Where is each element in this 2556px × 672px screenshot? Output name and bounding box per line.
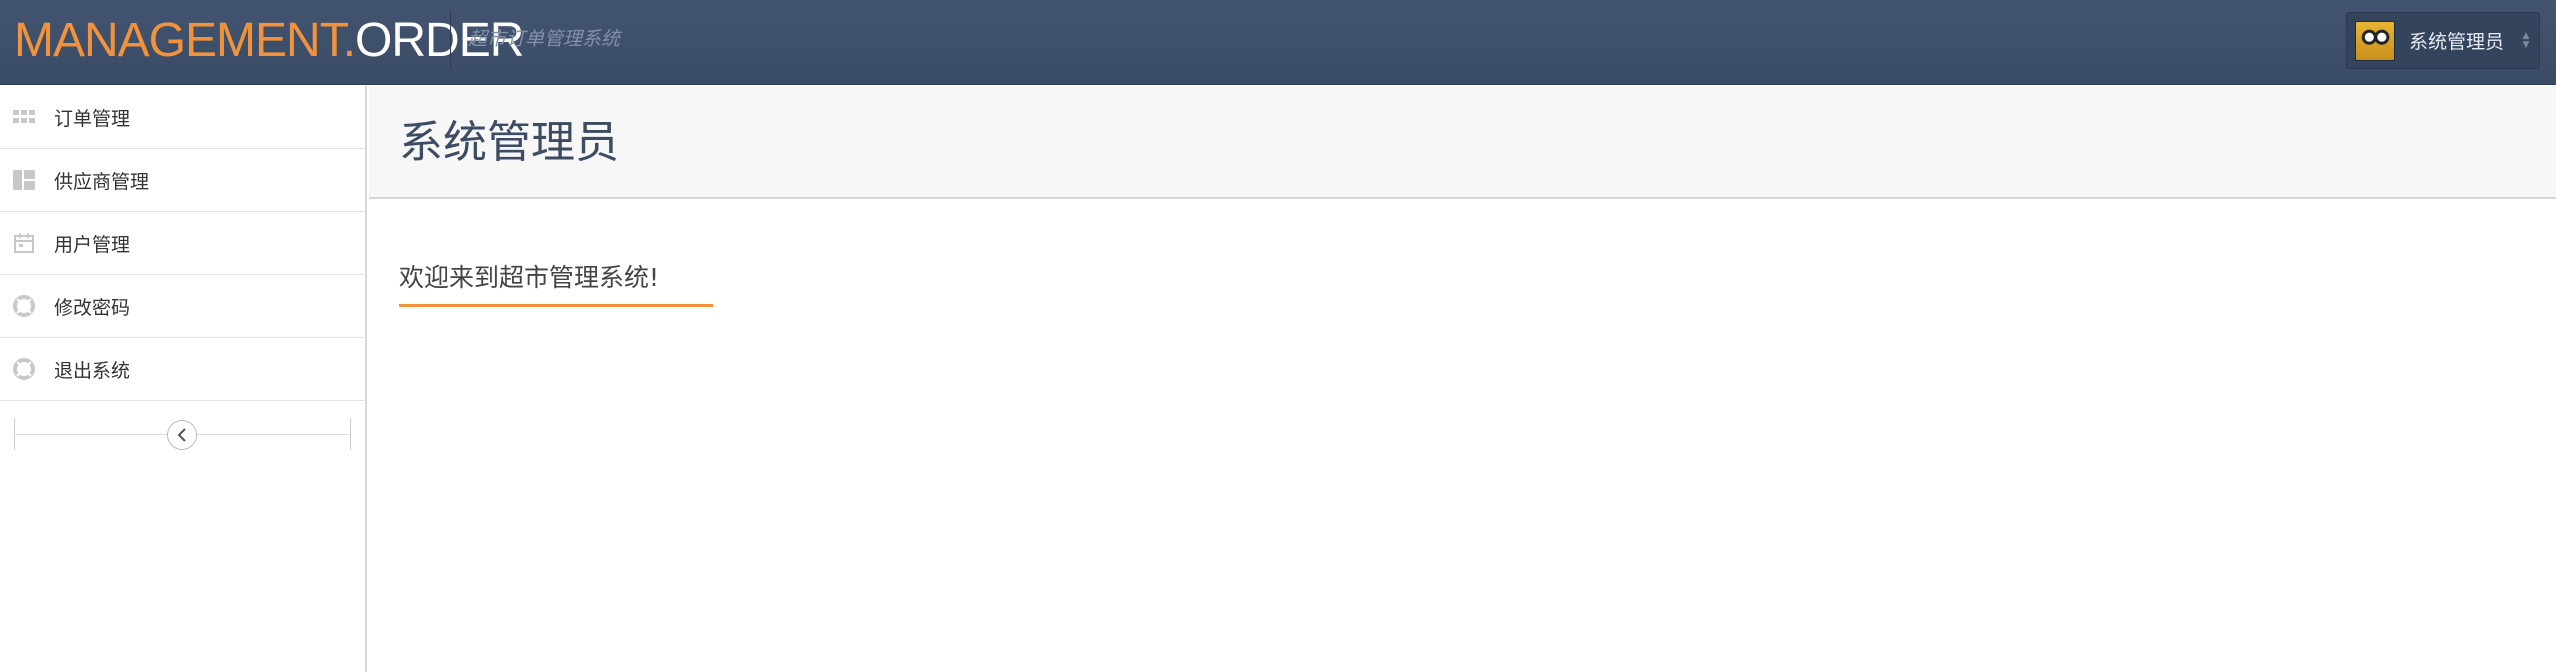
dashboard-layout-icon — [12, 168, 36, 192]
app-subtitle: 超市订单管理系统 — [468, 28, 621, 50]
top-navbar: MANAGEMENT. ORDER 超市订单管理系统 系统管理员 ▲ ▼ — [0, 0, 2556, 85]
calendar-icon — [12, 231, 36, 255]
sidebar-collapse-button[interactable] — [167, 420, 197, 450]
lifebuoy-icon — [12, 357, 36, 381]
user-name: 系统管理员 — [2409, 31, 2505, 53]
sidebar-item-logout[interactable]: 退出系统 — [0, 338, 365, 401]
lifebuoy-icon — [12, 294, 36, 318]
brand-part1: MANAGEMENT. — [14, 13, 356, 67]
sidebar-item-label: 修改密码 — [54, 296, 131, 319]
sidebar-item-label: 订单管理 — [54, 107, 131, 130]
sidebar-item-label: 用户管理 — [54, 233, 131, 256]
page-title: 系统管理员 — [399, 117, 619, 168]
welcome-message: 欢迎来到超市管理系统! — [399, 258, 713, 307]
chevron-left-icon — [177, 428, 186, 442]
page-header: 系统管理员 — [369, 86, 2556, 199]
sort-caret-icon: ▲ ▼ — [2522, 31, 2530, 50]
brand-divider — [450, 10, 451, 68]
brand-logo[interactable]: MANAGEMENT. ORDER — [14, 10, 524, 70]
divider-cap — [350, 418, 351, 450]
sidebar-item-suppliers[interactable]: 供应商管理 — [0, 149, 365, 212]
main-content: 系统管理员 欢迎来到超市管理系统! — [369, 86, 2556, 672]
sidebar-item-label: 供应商管理 — [54, 170, 150, 193]
sidebar-item-change-password[interactable]: 修改密码 — [0, 275, 365, 338]
sidebar-item-orders[interactable]: 订单管理 — [0, 86, 365, 149]
user-menu[interactable]: 系统管理员 ▲ ▼ — [2346, 12, 2540, 69]
sidebar: 订单管理 供应商管理 用户管理 修改密码 退出系统 — [0, 86, 367, 672]
grid-icon — [12, 105, 36, 129]
divider-cap — [14, 418, 15, 450]
sidebar-item-users[interactable]: 用户管理 — [0, 212, 365, 275]
sidebar-collapse-row — [0, 401, 365, 467]
sidebar-item-label: 退出系统 — [54, 359, 131, 382]
avatar — [2355, 20, 2395, 61]
